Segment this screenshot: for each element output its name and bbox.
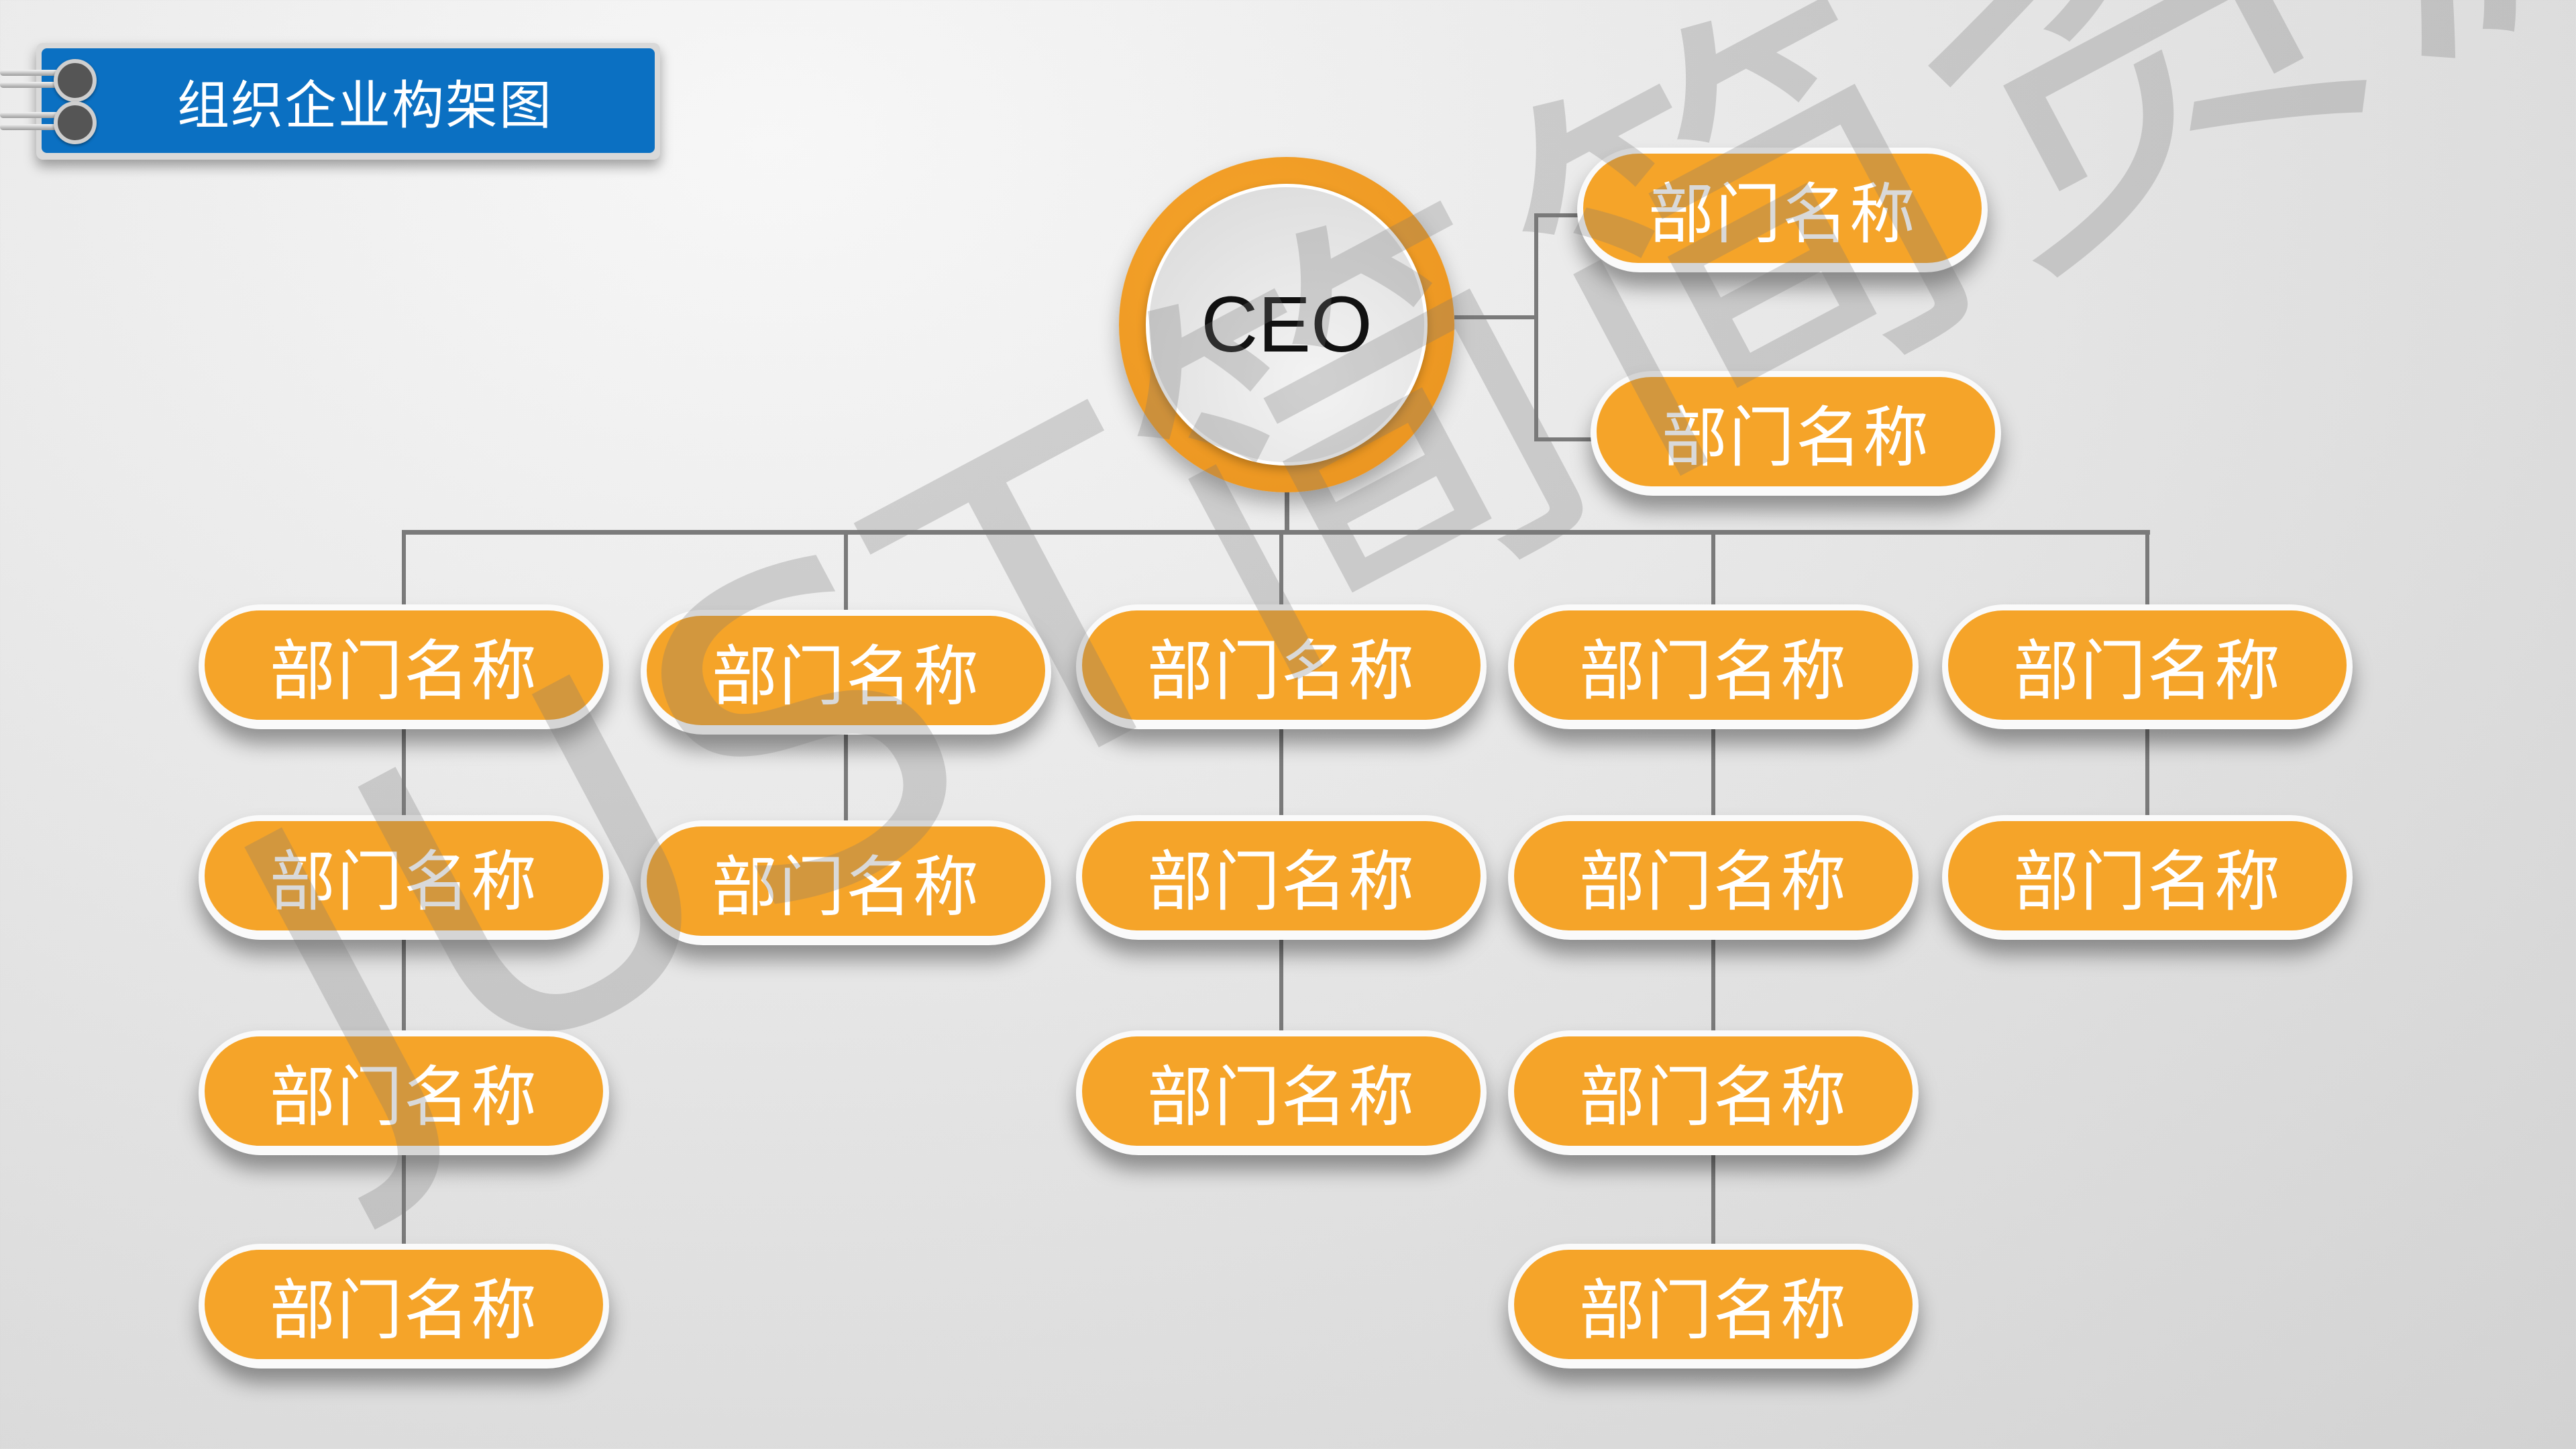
connector-line: [1279, 530, 1283, 608]
connector-line: [844, 530, 848, 613]
department-label: 部门名称: [269, 1059, 538, 1136]
connector-line: [2145, 722, 2149, 828]
department-node[interactable]: 部门名称: [1508, 604, 1919, 729]
ceo-node[interactable]: CEO: [1119, 157, 1454, 492]
binder-ring-icon: [54, 101, 97, 144]
connector-line: [1534, 213, 1581, 217]
department-label: 部门名称: [711, 849, 980, 926]
department-label: 部门名称: [1578, 633, 1847, 710]
department-label: 部门名称: [1146, 1059, 1415, 1136]
department-node[interactable]: 部门名称: [1076, 815, 1487, 940]
department-label: 部门名称: [2012, 843, 2282, 920]
ceo-label: CEO: [1201, 280, 1373, 369]
assistant-node[interactable]: 部门名称: [1591, 371, 2001, 496]
connector-line: [402, 530, 2150, 535]
department-node[interactable]: 部门名称: [1076, 604, 1487, 729]
connector-line: [844, 728, 848, 834]
department-label: 部门名称: [269, 633, 538, 710]
assistant-node[interactable]: 部门名称: [1577, 148, 1988, 272]
connector-line: [1534, 437, 1595, 441]
department-node[interactable]: 部门名称: [1508, 1030, 1919, 1155]
connector-line: [2145, 530, 2149, 608]
department-node[interactable]: 部门名称: [199, 1244, 609, 1368]
department-label: 部门名称: [1578, 843, 1847, 920]
department-node[interactable]: 部门名称: [641, 610, 1051, 735]
department-node[interactable]: 部门名称: [641, 820, 1051, 945]
department-node[interactable]: 部门名称: [1508, 815, 1919, 940]
page-title: 组织企业构架图: [177, 76, 553, 136]
department-node[interactable]: 部门名称: [199, 1030, 609, 1155]
binder-ring-icon: [54, 59, 97, 102]
connector-line: [1285, 490, 1289, 535]
department-label: 部门名称: [1146, 633, 1415, 710]
department-node[interactable]: 部门名称: [1508, 1244, 1919, 1368]
department-label: 部门名称: [269, 843, 538, 920]
department-label: 部门名称: [1578, 1059, 1847, 1136]
connector-line: [402, 722, 406, 1257]
department-label: 部门名称: [1661, 399, 1930, 476]
department-node[interactable]: 部门名称: [1942, 604, 2353, 729]
department-label: 部门名称: [2012, 633, 2282, 710]
connector-line: [1534, 213, 1538, 441]
department-node[interactable]: 部门名称: [1076, 1030, 1487, 1155]
connector-line: [402, 530, 406, 608]
ceo-node-face: CEO: [1146, 184, 1428, 466]
department-label: 部门名称: [711, 638, 980, 715]
department-label: 部门名称: [269, 1272, 538, 1349]
department-node[interactable]: 部门名称: [199, 815, 609, 940]
connector-line: [1711, 722, 1715, 1257]
title-banner: 组织企业构架图: [36, 43, 660, 160]
connector-line: [1711, 530, 1715, 608]
department-node[interactable]: 部门名称: [1942, 815, 2353, 940]
department-label: 部门名称: [1648, 176, 1917, 253]
connector-line: [1454, 315, 1536, 319]
department-label: 部门名称: [1578, 1272, 1847, 1349]
department-label: 部门名称: [1146, 843, 1415, 920]
department-node[interactable]: 部门名称: [199, 604, 609, 729]
